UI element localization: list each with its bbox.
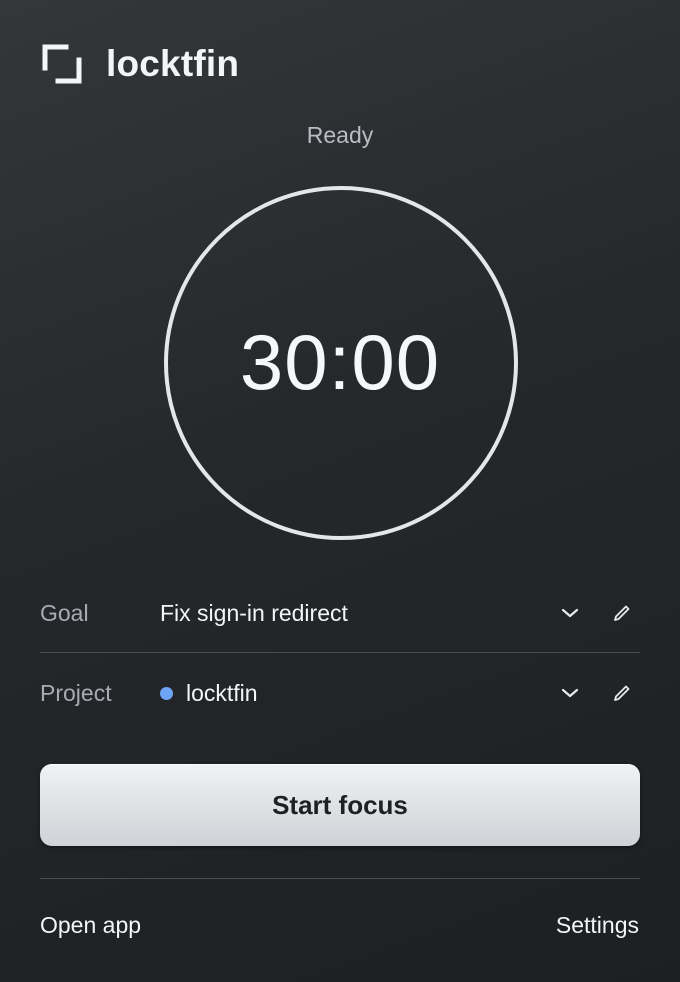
pencil-icon <box>614 685 630 701</box>
chevron-down-icon <box>561 688 579 698</box>
pencil-icon <box>614 605 630 621</box>
project-edit-button[interactable] <box>604 675 640 711</box>
brand: locktfin <box>42 43 240 84</box>
goal-dropdown-button[interactable] <box>552 595 588 631</box>
goal-value[interactable]: Fix sign-in redirect <box>160 600 552 627</box>
project-dropdown-button[interactable] <box>552 675 588 711</box>
goal-row: Goal Fix sign-in redirect <box>40 585 640 641</box>
project-label: Project <box>40 679 112 706</box>
goal-label: Goal <box>40 599 89 626</box>
timer-status: Ready <box>306 122 374 148</box>
divider <box>40 652 640 653</box>
project-color-dot <box>160 686 173 700</box>
open-app-link[interactable]: Open app <box>40 912 141 939</box>
chevron-down-icon <box>561 608 579 618</box>
bracket-frame-icon <box>42 44 82 84</box>
goal-value-text: Fix sign-in redirect <box>160 599 348 626</box>
project-value-text: locktfin <box>186 679 258 706</box>
goal-edit-button[interactable] <box>604 595 640 631</box>
focus-panel: locktfin Ready 30:00 Goal Fix sign-in re… <box>0 0 680 982</box>
project-value[interactable]: locktfin <box>160 680 552 707</box>
app-name: locktfin <box>106 43 240 84</box>
start-focus-button[interactable]: Start focus <box>40 764 640 846</box>
project-row: Project locktfin <box>40 665 640 721</box>
settings-link[interactable]: Settings <box>556 912 639 939</box>
divider <box>40 878 640 879</box>
timer-value: 30:00 <box>239 318 441 406</box>
